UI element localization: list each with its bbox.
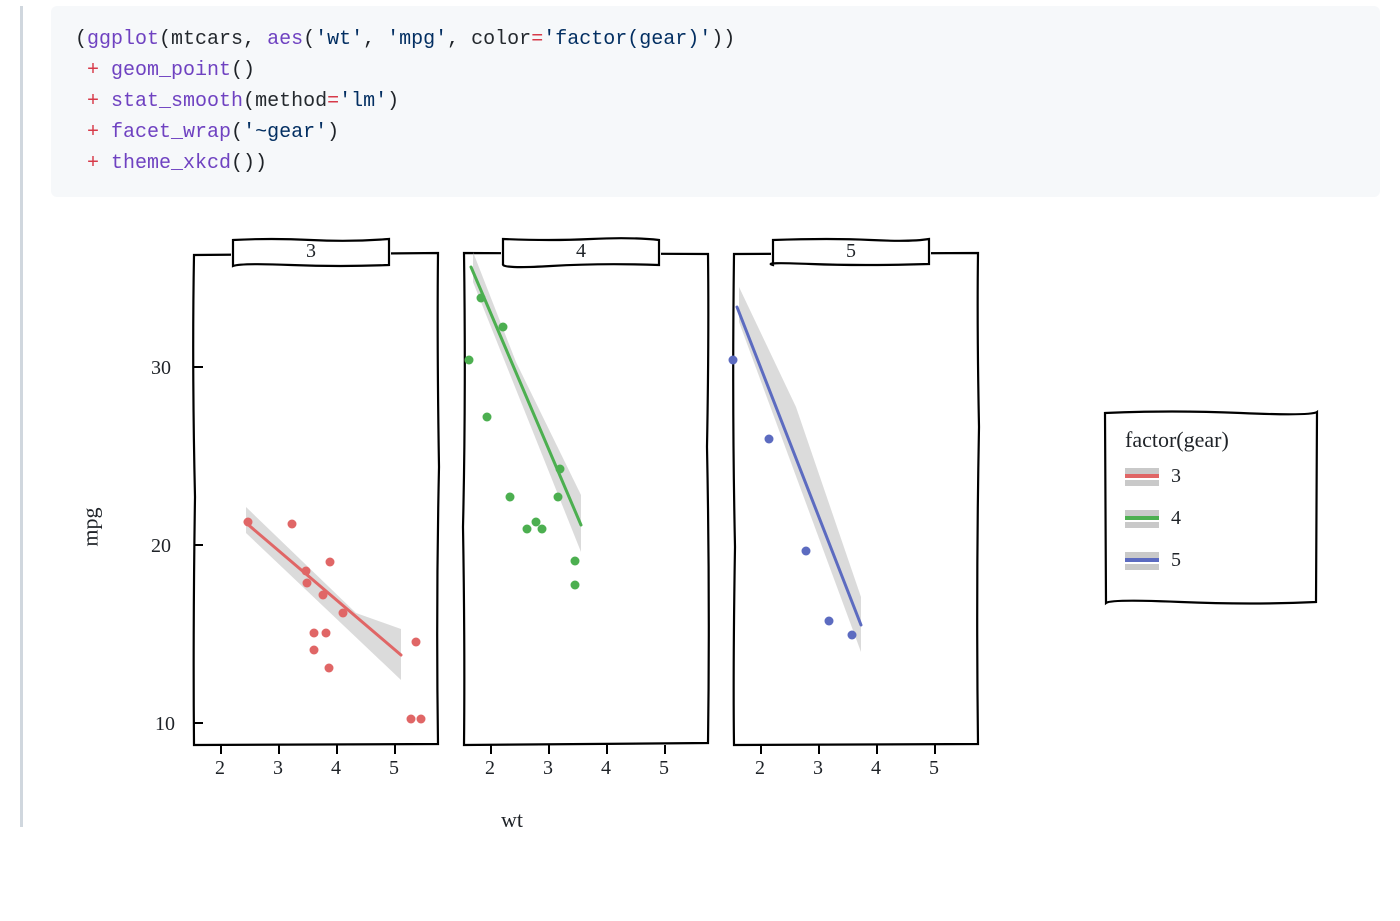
facet-strip: 5 — [771, 237, 931, 267]
x-tick: 4 — [601, 757, 611, 780]
legend-swatch-icon — [1125, 552, 1159, 570]
points — [465, 294, 580, 590]
x-tick: 4 — [871, 757, 881, 780]
facet-strip: 4 — [501, 237, 661, 267]
y-tick: 20 — [151, 535, 171, 558]
y-axis-label: mpg — [78, 507, 104, 546]
fit-line — [471, 267, 581, 525]
x-tick: 2 — [755, 757, 765, 780]
fit-line — [737, 307, 861, 625]
y-tick: 30 — [151, 357, 171, 380]
legend-item: 4 — [1125, 507, 1181, 530]
code-block: (ggplot(mtcars, aes('wt', 'mpg', color='… — [51, 6, 1380, 197]
legend-item: 3 — [1125, 465, 1181, 488]
x-tick: 2 — [215, 757, 225, 780]
x-tick: 3 — [813, 757, 823, 780]
x-axis-label: wt — [501, 807, 523, 833]
x-tick: 5 — [389, 757, 399, 780]
x-tick: 3 — [273, 757, 283, 780]
legend-item: 5 — [1125, 549, 1181, 572]
points — [729, 356, 857, 640]
facet-panel-5: 5 2 3 4 5 — [731, 247, 981, 747]
x-tick: 2 — [485, 757, 495, 780]
x-tick: 5 — [929, 757, 939, 780]
legend-title: factor(gear) — [1125, 427, 1229, 453]
x-tick: 5 — [659, 757, 669, 780]
faceted-scatter-plot: mpg wt 30 20 10 3 — [91, 227, 1191, 827]
legend-swatch-icon — [1125, 468, 1159, 486]
y-tick: 10 — [155, 713, 175, 736]
facet-panel-3: 3 — [191, 247, 441, 747]
x-tick: 4 — [331, 757, 341, 780]
x-tick: 3 — [543, 757, 553, 780]
legend: factor(gear) 3 4 5 — [1101, 407, 1321, 607]
legend-swatch-icon — [1125, 510, 1159, 528]
facet-strip: 3 — [231, 237, 391, 267]
facet-panel-4: 4 2 3 — [461, 247, 711, 747]
